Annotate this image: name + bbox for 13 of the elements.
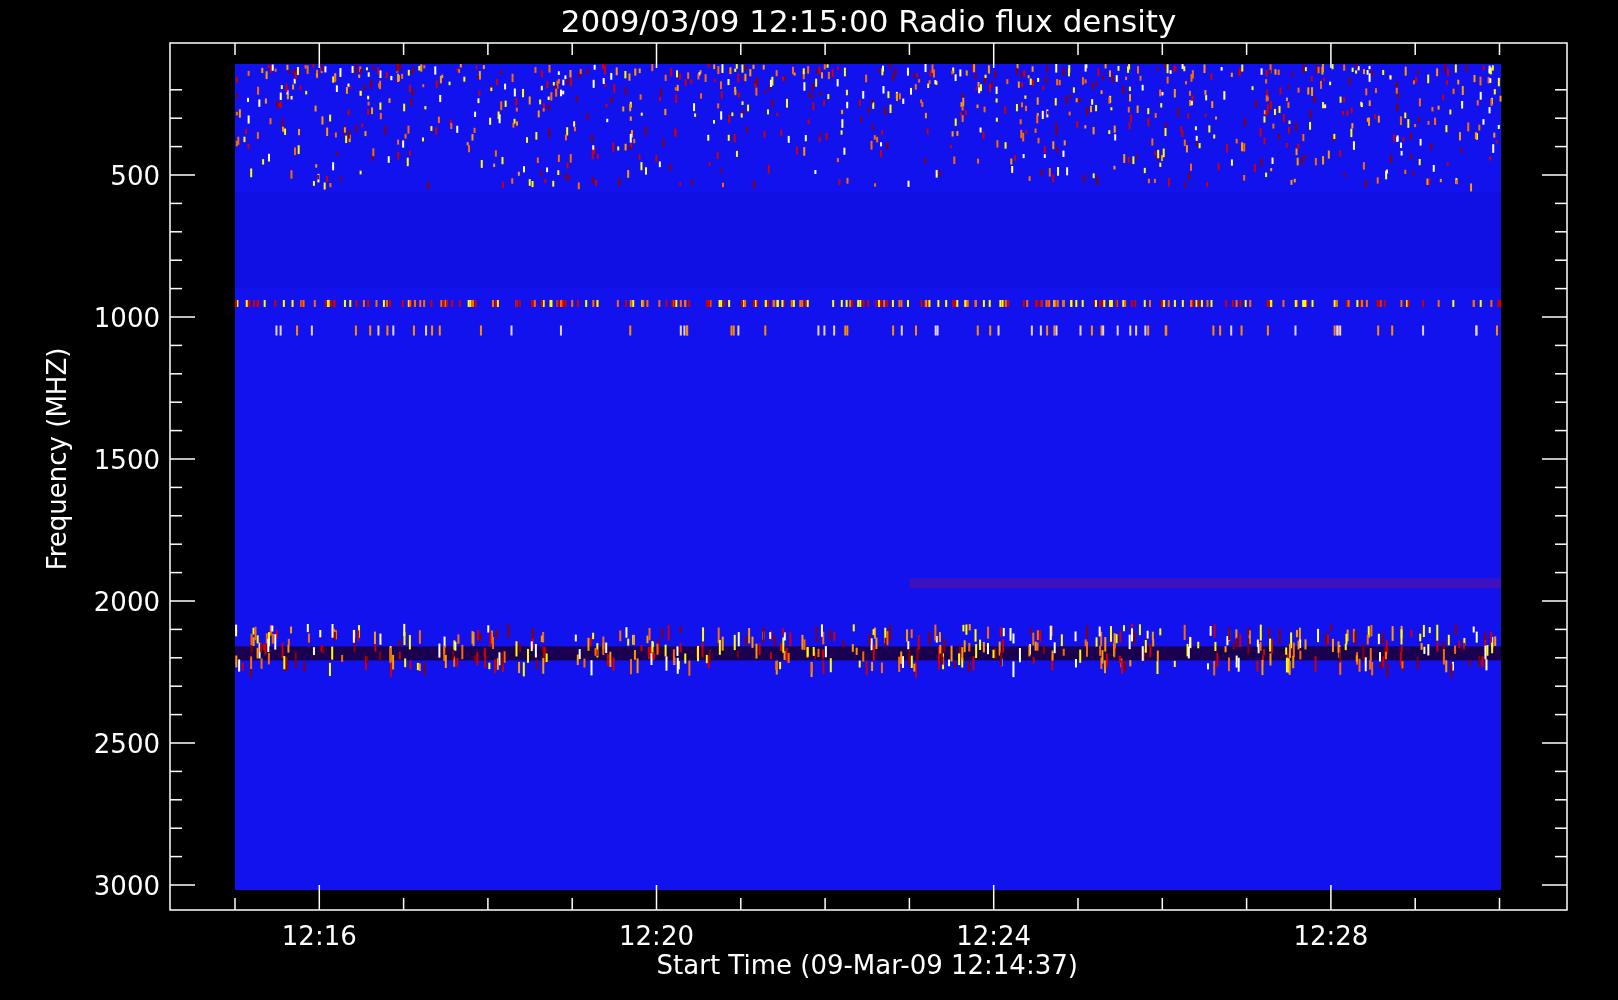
axis-tick-label: 500 bbox=[110, 161, 160, 191]
axis-tick-label: 2000 bbox=[93, 587, 160, 617]
axis-tick-label: 12:16 bbox=[281, 921, 357, 951]
axis-tick-label: 3000 bbox=[93, 871, 160, 901]
axis-tick-label: 1500 bbox=[93, 445, 160, 475]
plot-title: 2009/03/09 12:15:00 Radio flux density bbox=[560, 3, 1177, 39]
x-axis-label: Start Time (09-Mar-09 12:14:37) bbox=[656, 950, 1078, 980]
axis-tick-label: 12:20 bbox=[619, 921, 694, 951]
y-axis-label: Frequency (MHZ) bbox=[42, 347, 72, 571]
axis-tick-label: 12:24 bbox=[956, 921, 1032, 951]
axis-tick-label: 2500 bbox=[93, 729, 160, 759]
axis-tick-label: 12:28 bbox=[1293, 921, 1369, 951]
axis-tick-label: 1000 bbox=[93, 303, 160, 333]
